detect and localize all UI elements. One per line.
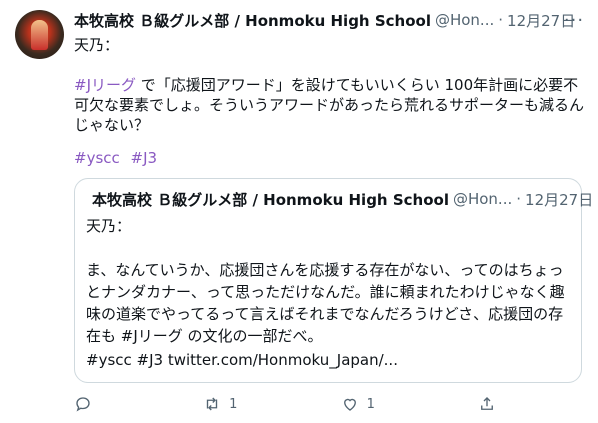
like-count: 1 xyxy=(366,396,375,412)
like-button[interactable]: 1 xyxy=(341,392,375,416)
tweet-header: 本牧高校 Ｂ級グルメ部 / Honmoku High School @Hon..… xyxy=(74,10,582,30)
tweet-actions: 1 1 xyxy=(74,392,504,416)
quoted-tweet-date: 12月27日 xyxy=(525,190,594,209)
quoted-author-name: 本牧高校 Ｂ級グルメ部 / Honmoku High School xyxy=(92,190,449,209)
more-options-icon[interactable]: ··· xyxy=(564,10,584,31)
quoted-tweet-link-line: #yscc #J3 twitter.com/Honmoku_Japan/... xyxy=(86,351,398,369)
separator-dot: · xyxy=(498,11,504,29)
quoted-author-handle: @Hon... xyxy=(452,190,513,208)
hashtag-link[interactable]: #J3 xyxy=(131,149,158,167)
reply-button[interactable] xyxy=(74,392,100,416)
author-name[interactable]: 本牧高校 Ｂ級グルメ部 / Honmoku High School xyxy=(74,10,431,31)
quoted-hashtag: #Jリーグ xyxy=(120,327,183,345)
heart-icon xyxy=(343,398,356,411)
quoted-tweet-card[interactable]: 本牧高校 Ｂ級グルメ部 / Honmoku High School @Hon..… xyxy=(74,178,593,383)
reply-icon xyxy=(76,397,90,412)
author-handle[interactable]: @Hon... xyxy=(435,11,494,29)
avatar[interactable] xyxy=(15,10,64,59)
quoted-tweet-header: 本牧高校 Ｂ級グルメ部 / Honmoku High School @Hon..… xyxy=(86,189,593,209)
quoted-text-prefix: 天乃： ま、なんていうか、応援団さんを応援する存在がない、ってのはちょっとナンダ… xyxy=(86,217,565,345)
avatar-figure xyxy=(31,20,48,50)
retweet-button[interactable]: 1 xyxy=(203,392,237,416)
share-icon xyxy=(481,397,493,410)
share-button[interactable] xyxy=(478,392,504,416)
retweet-icon xyxy=(206,397,218,411)
separator-dot: · xyxy=(516,190,522,208)
tweet-text-prefix: 天乃： xyxy=(74,36,120,54)
quoted-text-suffix: の文化の一部だべ。 xyxy=(182,327,323,345)
tweet-text-body: で「応援団アワード」を設けてもいいくらい 100年計画に必要不可欠な要素でしょ。… xyxy=(74,76,585,134)
tweet-tags: #yscc #J3 xyxy=(74,148,163,168)
quoted-tweet-text: 天乃： ま、なんていうか、応援団さんを応援する存在がない、ってのはちょっとナンダ… xyxy=(86,215,572,347)
retweet-count: 1 xyxy=(229,396,238,412)
tweet-text: 天乃： #Jリーグ で「応援団アワード」を設けてもいいくらい 100年計画に必要… xyxy=(74,35,584,135)
hashtag-link[interactable]: #Jリーグ xyxy=(74,76,136,94)
hashtag-link[interactable]: #yscc xyxy=(74,149,120,167)
